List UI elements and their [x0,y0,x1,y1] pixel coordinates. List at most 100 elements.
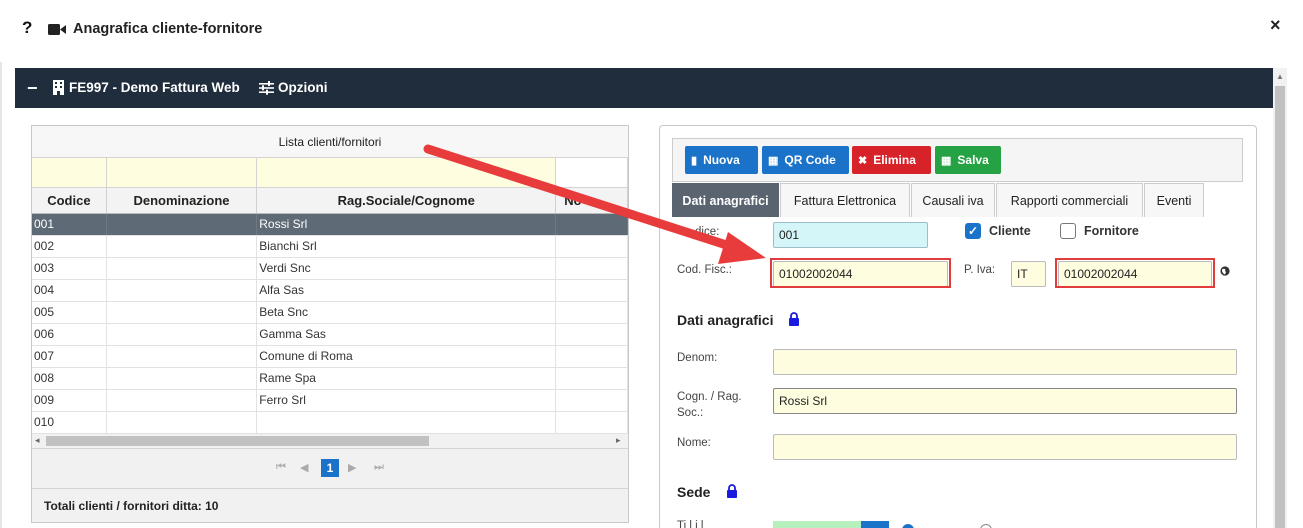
filter-row [32,158,628,188]
vertical-scrollbar[interactable]: ▲ [1273,68,1287,528]
tab-rapporti-commerciali[interactable]: Rapporti commerciali [996,183,1143,217]
cliente-checkbox[interactable]: ✓ [965,223,981,239]
fornitore-checkbox[interactable] [1060,223,1076,239]
cell-codice: 009 [32,390,107,411]
cell-nome [556,346,628,367]
tab-fattura-elettronica[interactable]: Fattura Elettronica [780,183,910,217]
filter-codice[interactable] [32,158,107,187]
tipo-select[interactable] [773,521,861,528]
denom-label: Denom: [677,352,718,364]
globe-icon[interactable] [1220,266,1230,276]
cell-denominazione [107,324,258,345]
cell-ragsoc: Comune di Roma [257,346,557,367]
section-sede: Sede [677,484,711,500]
new-button[interactable]: ▮ Nuova [685,146,758,174]
codice-field[interactable]: 001 [773,222,928,248]
options-menu[interactable]: Opzioni [278,80,328,95]
cell-nome [556,214,628,235]
cell-nome [556,302,628,323]
cognome-label-line2: Soc.: [677,407,704,419]
cliente-label: Cliente [989,224,1031,238]
table-row[interactable]: 010 [32,412,628,434]
tab-eventi[interactable]: Eventi [1144,183,1204,217]
qr-code-button[interactable]: ▦ QR Code [762,146,849,174]
table-row[interactable]: 003 Verdi Snc [32,258,628,280]
piva-country-field[interactable]: IT [1011,261,1046,287]
table-row[interactable]: 005 Beta Snc [32,302,628,324]
cell-nome [556,280,628,301]
cell-ragsoc: Rossi Srl [257,214,557,235]
cell-ragsoc: Rame Spa [257,368,557,389]
sliders-icon[interactable] [259,81,274,95]
new-button-label: Nuova [703,153,740,167]
prev-page-icon[interactable]: ◀ [300,461,308,474]
cell-ragsoc [257,412,557,433]
ragsoc-field[interactable]: Rossi Srl [773,388,1237,414]
filter-denominazione[interactable] [106,158,258,187]
table-row[interactable]: 002 Bianchi Srl [32,236,628,258]
times-icon: ✖ [858,155,868,167]
delete-button-label: Elimina [873,153,916,167]
filter-ragsoc[interactable] [257,158,557,187]
grid-caption: Lista clienti/fornitori [32,126,628,158]
cell-codice: 004 [32,280,107,301]
company-name: FE997 - Demo Fattura Web [69,80,240,95]
first-page-icon[interactable]: ⏮ [276,461,286,474]
hscroll-thumb[interactable] [46,436,429,446]
building-icon [53,80,64,95]
cell-codice: 006 [32,324,107,345]
col-header-ragsoc[interactable]: Rag.Sociale/Cognome [257,188,557,213]
tipo-select-button[interactable] [861,521,889,528]
qr-icon: ▦ [768,155,779,167]
window-edge [0,0,2,528]
last-page-icon[interactable]: ⏭ [374,461,384,474]
section-dati-anagrafici: Dati anagrafici [677,312,774,328]
table-row[interactable]: 008 Rame Spa [32,368,628,390]
nome-field[interactable] [773,434,1237,460]
cell-nome [556,236,628,257]
grid-totals: Totali clienti / fornitori ditta: 10 [32,488,628,522]
lock-icon[interactable] [788,312,800,326]
cell-ragsoc: Verdi Snc [257,258,557,279]
col-header-nome[interactable]: No [556,188,628,213]
cell-codice: 010 [32,412,107,433]
table-row[interactable]: 009 Ferro Srl [32,390,628,412]
denom-field[interactable] [773,349,1237,375]
cell-nome [556,258,628,279]
cell-nome [556,390,628,411]
cell-denominazione [107,236,258,257]
horizontal-scrollbar[interactable]: ◂ ▸ [32,434,628,448]
cell-denominazione [107,346,258,367]
table-row[interactable]: 007 Comune di Roma [32,346,628,368]
tab-causali-iva[interactable]: Causali iva [911,183,995,217]
table-row[interactable]: 006 Gamma Sas [32,324,628,346]
cell-nome [556,412,628,433]
piva-highlight [1055,258,1215,288]
col-header-denominazione[interactable]: Denominazione [107,188,258,213]
delete-button[interactable]: ✖ Elimina [852,146,931,174]
scroll-right-icon[interactable]: ▸ [616,435,621,446]
tab-dati-anagrafici[interactable]: Dati anagrafici [672,183,779,217]
cell-denominazione [107,390,258,411]
current-page[interactable]: 1 [321,459,339,477]
col-header-codice[interactable]: Codice [32,188,107,213]
codfisc-highlight [770,258,951,288]
cell-codice: 005 [32,302,107,323]
codfisc-label: Cod. Fisc.: [677,264,732,276]
table-row[interactable]: 004 Alfa Sas [32,280,628,302]
cell-codice: 001 [32,214,107,235]
save-button-label: Salva [957,153,989,167]
lock-icon[interactable] [726,484,738,498]
save-button[interactable]: ▦ Salva [935,146,1001,174]
scroll-left-icon[interactable]: ◂ [35,435,40,446]
fornitore-label: Fornitore [1084,224,1139,238]
close-icon[interactable]: × [1270,15,1281,36]
filter-nome[interactable] [556,158,628,187]
scroll-up-icon[interactable]: ▲ [1276,72,1284,81]
file-icon: ▮ [691,155,698,167]
collapse-icon[interactable]: − [27,78,38,99]
table-row[interactable]: 001 Rossi Srl [32,214,628,236]
help-icon[interactable]: ? [22,18,32,38]
next-page-icon[interactable]: ▶ [348,461,356,474]
scrollbar-thumb[interactable] [1275,86,1285,528]
